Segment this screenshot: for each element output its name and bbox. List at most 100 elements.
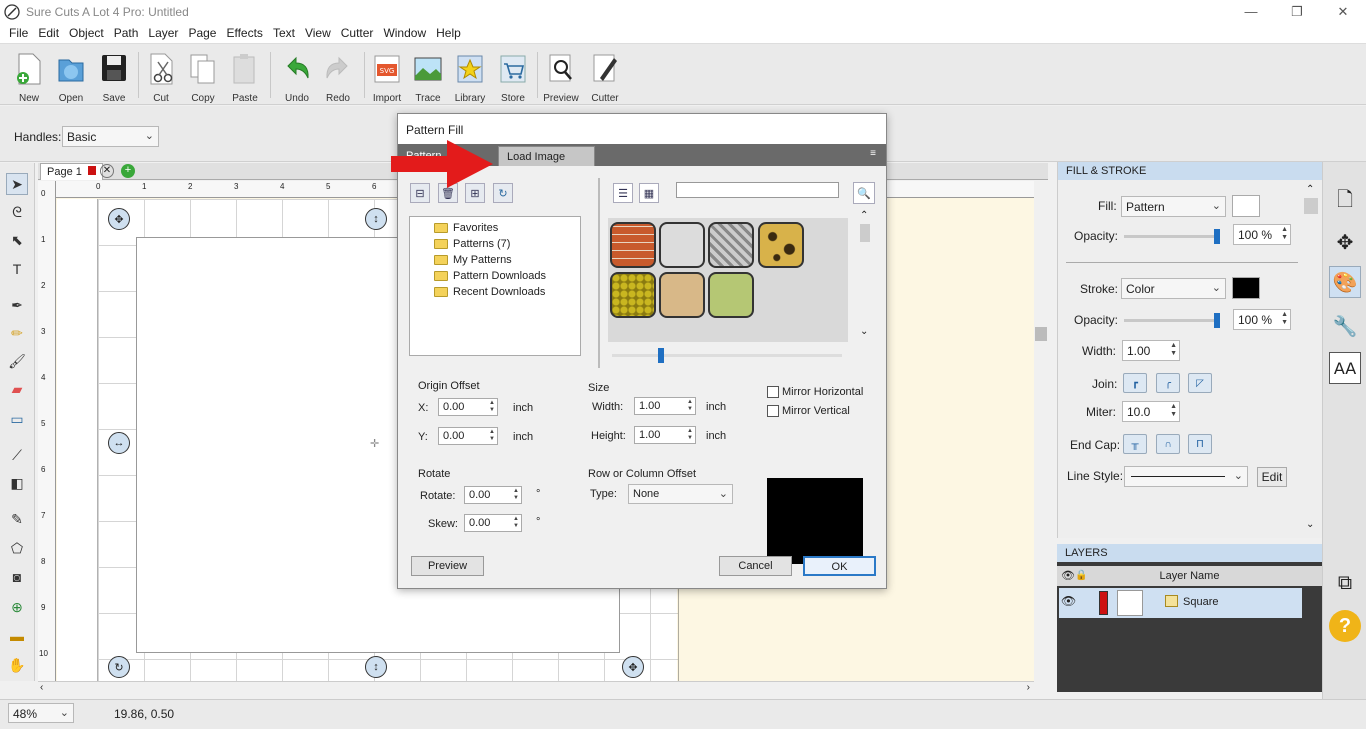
menu-layer[interactable]: Layer: [143, 26, 183, 40]
menu-effects[interactable]: Effects: [221, 26, 267, 40]
round-cap-icon[interactable]: ∩: [1156, 434, 1180, 454]
skew-input[interactable]: 0.00 ▲ ▼: [464, 514, 522, 532]
document-icon[interactable]: 🗋: [1329, 186, 1361, 218]
import-button[interactable]: SVG Import: [366, 52, 408, 104]
zoom-tool-icon[interactable]: ⊕: [6, 596, 28, 618]
vertical-scrollbar[interactable]: [1034, 181, 1048, 681]
grid-view-icon[interactable]: ▦: [639, 183, 659, 203]
rotate-handle-icon[interactable]: ↻: [108, 656, 130, 678]
zoom-select[interactable]: 48% ⌄: [8, 703, 74, 723]
menu-object[interactable]: Object: [64, 26, 109, 40]
stroke-color-swatch[interactable]: [1232, 277, 1260, 299]
stroke-opacity-slider[interactable]: [1124, 313, 1220, 328]
menu-file[interactable]: File: [4, 26, 33, 40]
round-join-icon[interactable]: ╭: [1156, 373, 1180, 393]
fill-opacity-input[interactable]: 100 % ▲ ▼: [1233, 224, 1291, 245]
wrench-icon[interactable]: 🔧: [1329, 310, 1361, 342]
visibility-eye-icon[interactable]: 👁: [1061, 594, 1076, 608]
warp-tool-icon[interactable]: ◙: [6, 566, 28, 588]
edit-line-style-button[interactable]: Edit: [1257, 467, 1287, 487]
move-handle-bottom-icon[interactable]: ✥: [622, 656, 644, 678]
list-view-icon[interactable]: ☰: [613, 183, 633, 203]
pencil-tool-icon[interactable]: ✏: [6, 322, 28, 344]
menu-page[interactable]: Page: [183, 26, 221, 40]
knife-tool-icon[interactable]: ✎: [6, 508, 28, 530]
menu-text[interactable]: Text: [268, 26, 300, 40]
green-plain-pattern[interactable]: [708, 272, 754, 318]
text-tool-icon[interactable]: T: [6, 258, 28, 280]
size-height-input[interactable]: 1.00 ▲ ▼: [634, 426, 696, 444]
cancel-button[interactable]: Cancel: [719, 556, 792, 576]
resize-vertical-handle-icon[interactable]: ↕: [365, 208, 387, 230]
tab-menu-icon[interactable]: ≡: [870, 148, 876, 159]
size-width-input[interactable]: 1.00 ▲ ▼: [634, 397, 696, 415]
redo-button[interactable]: Redo: [317, 52, 359, 104]
layer-row[interactable]: 👁 Square: [1059, 588, 1302, 618]
brush-tool-icon[interactable]: 🖌: [6, 350, 28, 372]
origin-y-input[interactable]: 0.00 ▲ ▼: [438, 427, 498, 445]
origin-x-input[interactable]: 0.00 ▲ ▼: [438, 398, 498, 416]
menu-window[interactable]: Window: [378, 26, 431, 40]
layer-item-name[interactable]: Square: [1183, 596, 1218, 608]
stroke-type-select[interactable]: Color ⌄: [1121, 278, 1226, 299]
tree-item-pattern-downloads[interactable]: Pattern Downloads: [410, 268, 580, 284]
leopard-pattern[interactable]: [758, 222, 804, 268]
menu-view[interactable]: View: [300, 26, 336, 40]
preview-button[interactable]: Preview: [411, 556, 484, 576]
menu-help[interactable]: Help: [431, 26, 466, 40]
trace-button[interactable]: Trace: [407, 52, 449, 104]
thumb-scroll-thumb[interactable]: [860, 224, 870, 242]
new-button[interactable]: New: [8, 52, 50, 104]
paste-button[interactable]: Paste: [224, 52, 266, 104]
plain-grey-pattern[interactable]: [659, 222, 705, 268]
eraser-tool-icon[interactable]: ▰: [6, 378, 28, 400]
palette-icon[interactable]: 🎨: [1329, 266, 1361, 298]
diamond-plate-pattern[interactable]: [708, 222, 754, 268]
mirror-vertical-checkbox[interactable]: [767, 405, 779, 417]
menu-cutter[interactable]: Cutter: [336, 26, 379, 40]
stroke-opacity-input[interactable]: 100 % ▲ ▼: [1233, 309, 1291, 330]
maximize-button[interactable]: ❐: [1274, 0, 1320, 23]
hand-tool-icon[interactable]: ✋: [6, 654, 28, 676]
save-button[interactable]: Save: [93, 52, 135, 104]
sandstone-pattern[interactable]: [659, 272, 705, 318]
rotate-input[interactable]: 0.00 ▲ ▼: [464, 486, 522, 504]
panel-scroll-thumb[interactable]: [1304, 198, 1318, 214]
select-tool-icon[interactable]: ➤: [6, 173, 28, 195]
tree-item-my-patterns[interactable]: My Patterns: [410, 252, 580, 268]
shape-tool-icon[interactable]: ▭: [6, 408, 28, 430]
green-scales-pattern[interactable]: [610, 272, 656, 318]
undo-button[interactable]: Undo: [276, 52, 318, 104]
help-icon[interactable]: ?: [1329, 610, 1361, 642]
fill-color-swatch[interactable]: [1232, 195, 1260, 217]
handles-select[interactable]: Basic ⌄: [62, 126, 159, 147]
minimize-button[interactable]: —: [1228, 0, 1274, 23]
tab-page-1[interactable]: Page 1: [40, 163, 103, 180]
mirror-horizontal-checkbox[interactable]: [767, 386, 779, 398]
lasso-tool-icon[interactable]: ᘓ: [6, 201, 28, 223]
menu-edit[interactable]: Edit: [33, 26, 64, 40]
brick-pattern[interactable]: [610, 222, 656, 268]
miter-input[interactable]: 10.0 ▲ ▼: [1122, 401, 1180, 422]
scroll-thumb[interactable]: [1035, 327, 1047, 341]
move-handle-icon[interactable]: ✥: [108, 208, 130, 230]
horizontal-scrollbar[interactable]: ‹ ›: [38, 681, 1034, 695]
stroke-width-input[interactable]: 1.00 ▲ ▼: [1122, 340, 1180, 361]
tree-item-patterns[interactable]: Patterns (7): [410, 236, 580, 252]
scroll-down-icon[interactable]: ⌄: [1306, 519, 1314, 530]
close-page-icon[interactable]: ✕: [100, 164, 114, 178]
scroll-up-icon[interactable]: ⌃: [1306, 184, 1314, 195]
offset-type-select[interactable]: None ⌄: [628, 484, 733, 504]
tree-item-favorites[interactable]: Favorites: [410, 220, 580, 236]
ok-button[interactable]: OK: [803, 556, 876, 576]
resize-vertical-handle-bottom-icon[interactable]: ↕: [365, 656, 387, 678]
tab-load-image[interactable]: Load Image: [498, 146, 595, 166]
tree-item-recent-downloads[interactable]: Recent Downloads: [410, 284, 580, 300]
cutter-button[interactable]: Cutter: [584, 52, 626, 104]
text-style-icon[interactable]: AA: [1329, 352, 1361, 384]
pen-tool-icon[interactable]: ✒: [6, 294, 28, 316]
scroll-down-icon[interactable]: ⌄: [860, 326, 868, 337]
eyedropper-tool-icon[interactable]: ⟋: [6, 444, 28, 466]
miter-join-icon[interactable]: ┏: [1123, 373, 1147, 393]
measure-tool-icon[interactable]: ▬: [6, 625, 28, 647]
